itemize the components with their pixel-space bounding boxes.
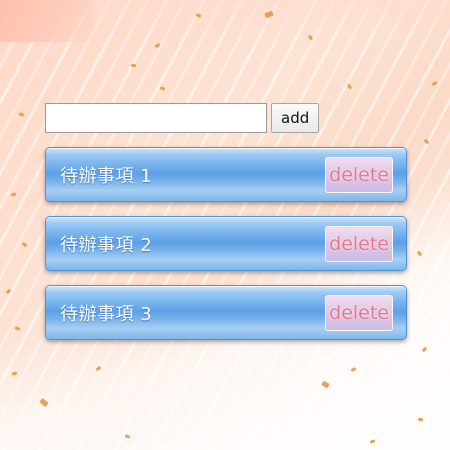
delete-button[interactable]: delete	[325, 294, 393, 331]
todo-item: 待辦事項 3 delete	[45, 285, 407, 340]
corner-decoration	[0, 0, 95, 42]
todo-item: 待辦事項 2 delete	[45, 216, 407, 271]
delete-button[interactable]: delete	[325, 225, 393, 262]
todo-item-text: 待辦事項 1	[60, 165, 153, 187]
todo-item: 待辦事項 1 delete	[45, 147, 407, 202]
fleck-decoration	[417, 417, 424, 422]
new-todo-row: add	[45, 103, 407, 133]
delete-button[interactable]: delete	[325, 156, 393, 193]
add-button[interactable]: add	[271, 103, 320, 133]
fleck-decoration	[130, 63, 137, 68]
new-todo-input[interactable]	[45, 103, 267, 133]
todo-item-text: 待辦事項 2	[60, 234, 153, 256]
todo-item-text: 待辦事項 3	[60, 303, 153, 325]
todo-app: add 待辦事項 1 delete 待辦事項 2 delete 待辦事項 3 d…	[45, 103, 407, 354]
todo-list: 待辦事項 1 delete 待辦事項 2 delete 待辦事項 3 delet…	[45, 147, 407, 340]
